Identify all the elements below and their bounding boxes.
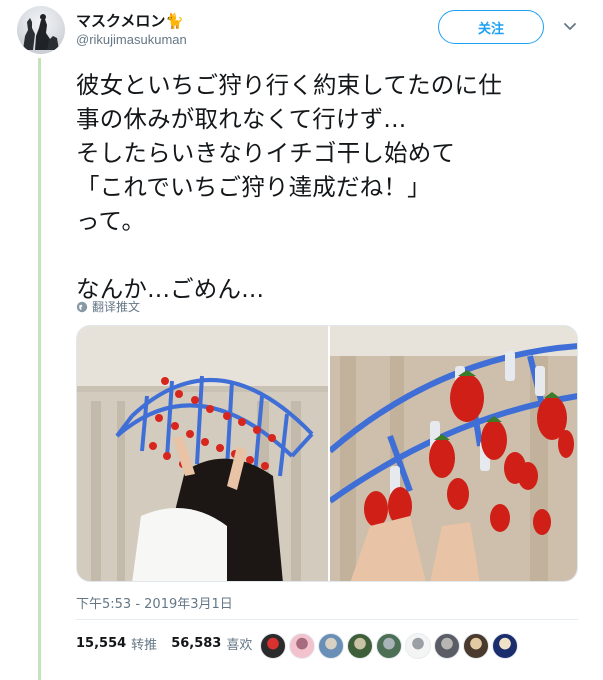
thread-connector-line [38, 58, 41, 680]
translate-label: 翻译推文 [92, 300, 141, 314]
liker-avatar-5[interactable] [376, 633, 402, 659]
engagement-stats: 15,554 转推 56,583 喜欢 [76, 634, 266, 653]
avatar[interactable] [17, 6, 65, 54]
liker-avatar-8[interactable] [463, 633, 489, 659]
retweets-label[interactable]: 转推 [131, 634, 157, 653]
photo-woman-hanging-strawberries[interactable] [77, 326, 328, 581]
retweets-count[interactable]: 15,554 [76, 636, 126, 651]
likes-label[interactable]: 喜欢 [226, 634, 252, 653]
cat-emoji-icon: 🐈 [165, 12, 185, 30]
liker-avatar-2[interactable] [289, 633, 315, 659]
display-name[interactable]: マスクメロン🐈 [76, 10, 184, 31]
tweet-timestamp[interactable]: 下午5:53 - 2019年3月1日 [76, 593, 233, 612]
media-grid [76, 325, 578, 582]
divider-top [76, 619, 578, 620]
photo-strawberries-closeup[interactable] [329, 326, 577, 581]
follow-button[interactable]: 关注 [438, 10, 544, 44]
chevron-down-icon[interactable] [562, 18, 578, 34]
likes-count[interactable]: 56,583 [171, 636, 221, 651]
liker-avatar-6[interactable] [405, 633, 431, 659]
tweet-text: 彼女といちご狩り行く約束してたのに仕 事の休みが取れなくて行けず... そしたら… [76, 71, 502, 303]
translate-tweet-link[interactable]: 翻译推文 [76, 298, 140, 315]
liker-avatar-7[interactable] [434, 633, 460, 659]
liker-avatar-3[interactable] [318, 633, 344, 659]
liker-avatar-9[interactable] [492, 633, 518, 659]
liker-avatar-4[interactable] [347, 633, 373, 659]
user-handle[interactable]: @rikujimasukuman [76, 32, 187, 47]
display-name-text: マスクメロン [76, 12, 166, 30]
liker-avatars [260, 633, 518, 659]
liker-avatar-1[interactable] [260, 633, 286, 659]
globe-icon [76, 301, 88, 312]
